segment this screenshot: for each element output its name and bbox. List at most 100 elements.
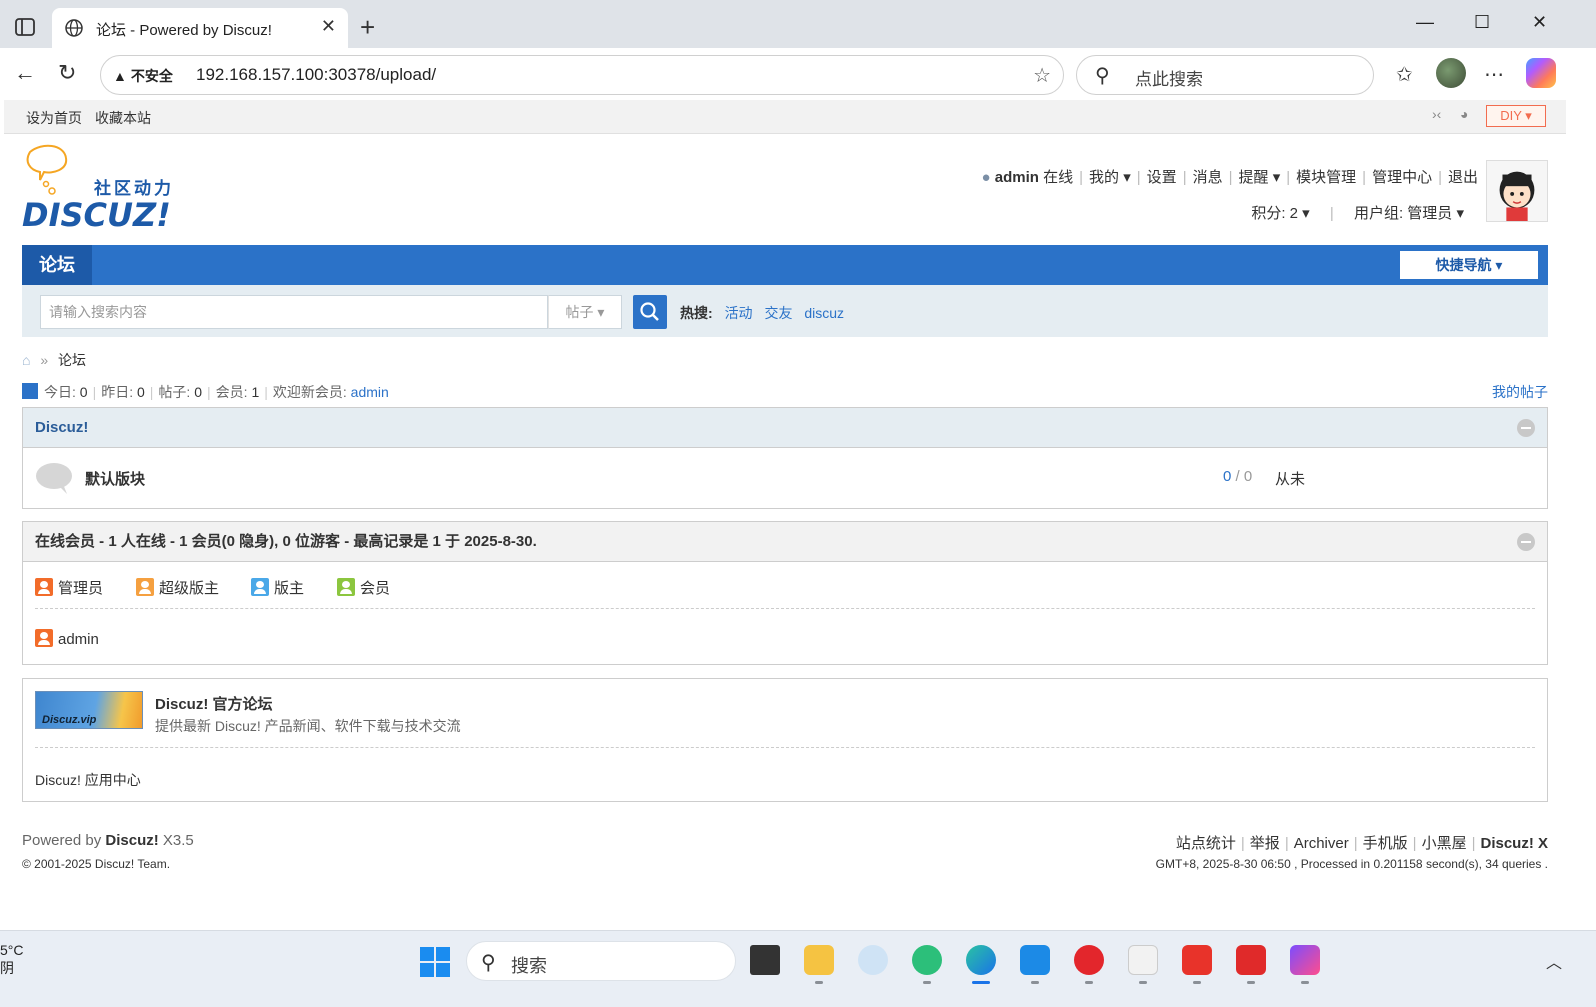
main-navbar: 论坛 快捷导航 ▾ — [22, 245, 1548, 285]
hot-term-activity[interactable]: 活动 — [725, 305, 753, 321]
module-manage-link[interactable]: 模块管理 — [1296, 169, 1356, 186]
minimize-icon[interactable]: — — [1416, 12, 1434, 33]
typora-icon[interactable] — [1128, 945, 1158, 975]
search-type-label: 帖子 — [565, 304, 594, 320]
assistant-avatar-icon[interactable] — [858, 945, 888, 975]
site-header: 社区动力 DISCUZ! ● admin 在线 | 我的 ▾ | 设置 | 消息 | 提醒 ▾ |… — [22, 134, 1548, 244]
footer-brand[interactable]: Discuz! X — [1480, 835, 1548, 852]
weather-widget[interactable]: 5°C 阴 — [0, 941, 24, 977]
user-icon: ● — [981, 169, 991, 186]
back-icon[interactable]: ← — [14, 60, 36, 86]
collapse-icon[interactable] — [1517, 419, 1535, 437]
switch-width-icon[interactable]: ›‹ — [1432, 106, 1441, 122]
my-menu[interactable]: 我的 ▾ — [1089, 169, 1131, 186]
footer-link-blackroom[interactable]: 小黑屋 — [1422, 835, 1467, 852]
favorite-star-icon[interactable]: ☆ — [1033, 63, 1051, 88]
url-text[interactable]: 192.168.157.100:30378/upload/ — [196, 65, 436, 85]
search-type-select[interactable]: 帖子 ▾ — [548, 295, 622, 329]
search-input[interactable]: 请输入搜索内容 — [40, 295, 548, 329]
netease-music-icon[interactable] — [1074, 945, 1104, 975]
profile-avatar[interactable] — [1436, 58, 1466, 88]
green-app-icon[interactable] — [912, 945, 942, 975]
diy-button[interactable]: DIY ▾ — [1486, 105, 1546, 127]
user-avatar[interactable] — [1486, 160, 1548, 222]
footer-link-archiver[interactable]: Archiver — [1294, 835, 1349, 852]
collapse-icon[interactable] — [1517, 533, 1535, 551]
nav-forum[interactable]: 论坛 — [22, 245, 92, 285]
user-menu: ● admin 在线 | 我的 ▾ | 设置 | 消息 | 提醒 ▾ | 模块管理 | 管理中心 | 退出 — [981, 169, 1478, 186]
forum-name-link[interactable]: 默认版块 — [85, 468, 145, 489]
app-center-link[interactable]: Discuz! 应用中心 — [35, 770, 141, 790]
tab-title: 论坛 - Powered by Discuz! — [96, 22, 272, 39]
footer-link-mobile[interactable]: 手机版 — [1363, 835, 1408, 852]
hot-term-social[interactable]: 交友 — [764, 305, 792, 321]
browser-search-placeholder: 点此搜索 — [1135, 70, 1203, 89]
bookmark-link[interactable]: 收藏本站 — [95, 108, 151, 128]
address-bar[interactable]: ▲ 不安全 192.168.157.100:30378/upload/ ☆ — [100, 55, 1064, 95]
powered-name[interactable]: Discuz! — [105, 832, 158, 849]
messages-link[interactable]: 消息 — [1193, 169, 1223, 186]
purple-app-icon[interactable] — [1290, 945, 1320, 975]
online-header: 在线会员 - 1 人在线 - 1 会员(0 隐身), 0 位游客 - 最高记录是… — [23, 522, 1547, 562]
file-explorer-icon[interactable] — [804, 945, 834, 975]
member-user-icon — [337, 578, 355, 596]
category-title[interactable]: Discuz! — [35, 419, 88, 436]
favorites-icon[interactable]: ✩ — [1396, 62, 1413, 87]
username-link[interactable]: admin — [995, 169, 1039, 186]
refresh-icon[interactable]: ↻ — [58, 60, 76, 86]
legend-member-label: 会员 — [360, 580, 391, 597]
search-button[interactable] — [633, 295, 667, 329]
partner-name-link[interactable]: Discuz! 官方论坛 — [155, 693, 273, 714]
category-box: Discuz! 默认版块 0 / 0 从未 — [22, 407, 1548, 509]
copilot-icon[interactable] — [1526, 58, 1556, 88]
set-home-link[interactable]: 设为首页 — [26, 108, 82, 128]
browser-search-box[interactable]: ⚲ 点此搜索 — [1076, 55, 1374, 95]
online-user[interactable]: admin — [35, 629, 99, 648]
tray-chevron-up-icon[interactable]: ︿ — [1546, 949, 1562, 973]
footer-link-stats[interactable]: 站点统计 — [1176, 835, 1236, 852]
posts-label: 帖子: — [158, 384, 191, 400]
online-title[interactable]: 在线会员 - 1 人在线 - 1 会员(0 隐身), 0 位游客 - 最高记录是… — [35, 533, 537, 550]
online-members-box: 在线会员 - 1 人在线 - 1 会员(0 隐身), 0 位游客 - 最高记录是… — [22, 521, 1548, 665]
discuz-logo[interactable]: 社区动力 DISCUZ! — [22, 144, 192, 230]
breadcrumb-forum[interactable]: 论坛 — [58, 352, 86, 368]
partner-logo[interactable]: Discuz.vip — [35, 691, 143, 729]
sidebar-toggle-icon[interactable] — [14, 16, 36, 38]
usergroup-menu[interactable]: 用户组: 管理员 ▾ — [1354, 205, 1464, 222]
newest-member-link[interactable]: admin — [351, 384, 389, 400]
more-icon[interactable]: ⋯ — [1484, 62, 1504, 87]
insecure-indicator[interactable]: ▲ 不安全 — [113, 66, 173, 86]
chart-icon — [22, 383, 38, 399]
reminders-menu[interactable]: 提醒 ▾ — [1239, 169, 1281, 186]
new-tab-icon[interactable]: + — [360, 14, 375, 40]
browser-tab[interactable]: 论坛 - Powered by Discuz! ✕ — [52, 8, 348, 48]
maximize-icon[interactable]: ☐ — [1474, 12, 1490, 33]
quick-nav-button[interactable]: 快捷导航 ▾ — [1400, 251, 1538, 279]
close-tab-icon[interactable]: ✕ — [321, 16, 336, 37]
taskbar-search[interactable]: ⚲ 搜索 — [466, 941, 736, 981]
hot-term-discuz[interactable]: discuz — [804, 305, 844, 321]
my-posts-link[interactable]: 我的帖子 — [1492, 382, 1548, 402]
windows-start-icon[interactable] — [420, 947, 450, 977]
credits-menu[interactable]: 积分: 2 ▾ — [1251, 205, 1309, 222]
admin-user-icon — [35, 629, 53, 647]
footer-link-report[interactable]: 举报 — [1250, 835, 1280, 852]
window-close-icon[interactable]: ✕ — [1532, 12, 1547, 33]
wps-icon[interactable] — [1182, 945, 1212, 975]
edge-browser-icon[interactable] — [966, 945, 996, 975]
running-indicator — [815, 981, 823, 984]
logout-link[interactable]: 退出 — [1448, 169, 1478, 186]
task-view-icon[interactable] — [750, 945, 780, 975]
palette-icon[interactable]: ◕ — [1460, 106, 1468, 122]
pdf-app-icon[interactable] — [1236, 945, 1266, 975]
running-indicator — [1139, 981, 1147, 984]
super-mod-user-icon — [136, 578, 154, 596]
reminders-label: 提醒 — [1238, 169, 1269, 186]
breadcrumb: ⌂ » 论坛 — [22, 352, 87, 368]
scrollbar[interactable] — [1566, 100, 1596, 930]
blue-app-icon[interactable] — [1020, 945, 1050, 975]
legend-mod-label: 版主 — [274, 580, 305, 597]
settings-link[interactable]: 设置 — [1147, 169, 1177, 186]
home-icon[interactable]: ⌂ — [22, 352, 30, 368]
admin-center-link[interactable]: 管理中心 — [1372, 169, 1432, 186]
